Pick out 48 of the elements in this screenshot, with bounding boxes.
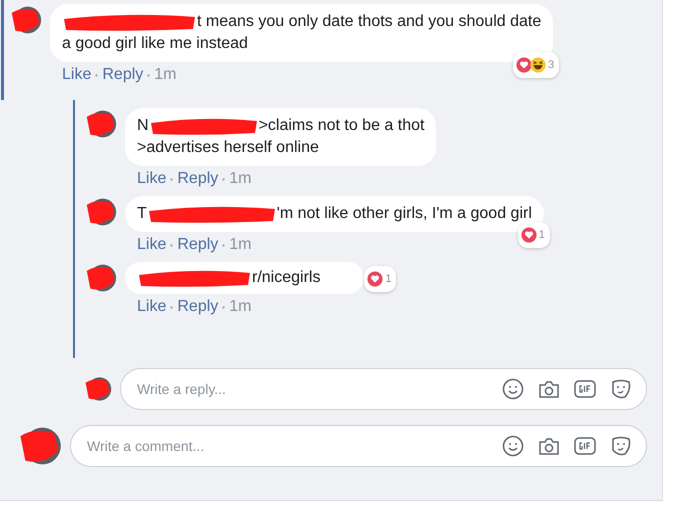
camera-icon[interactable]: [538, 436, 560, 456]
reply-link[interactable]: Reply: [177, 236, 218, 254]
timestamp: 1m: [229, 298, 252, 316]
timestamp: 1m: [229, 170, 252, 188]
smiley-icon[interactable]: [502, 435, 524, 457]
reaction-count[interactable]: 1: [518, 222, 550, 248]
separator-dot: [147, 74, 150, 76]
name-fragment: N: [137, 116, 149, 136]
like-link[interactable]: Like: [137, 236, 166, 254]
comment-text: >claims not to be a thot: [258, 116, 424, 136]
comment-text: 'm not like other girls, I'm a good girl: [276, 204, 532, 224]
reply-link[interactable]: Reply: [102, 66, 144, 84]
separator-dot: [222, 306, 226, 308]
separator-dot: [170, 306, 174, 308]
like-link[interactable]: Like: [62, 66, 92, 84]
name-fragment: T: [137, 204, 147, 224]
comment-text: >advertises herself online: [137, 138, 319, 158]
separator-dot: [222, 178, 226, 180]
camera-icon[interactable]: [538, 379, 560, 399]
separator-dot: [95, 74, 98, 76]
sticker-icon[interactable]: [610, 435, 632, 457]
redacted-avatar: [85, 262, 117, 294]
redacted-avatar: [10, 4, 42, 36]
comment-input[interactable]: Write a comment...: [85, 437, 488, 455]
like-link[interactable]: Like: [137, 170, 166, 188]
reply-box[interactable]: Write a reply...: [120, 368, 647, 410]
reaction-count[interactable]: 3: [513, 52, 560, 78]
comment-box[interactable]: Write a comment...: [70, 425, 647, 467]
comment-text: t means you only date thots and you should date: [197, 12, 542, 32]
gif-icon[interactable]: [574, 437, 596, 455]
redacted-avatar: [84, 375, 112, 403]
comment-text: a good girl like me instead: [62, 34, 248, 54]
redacted-avatar: [85, 108, 117, 140]
timestamp: 1m: [154, 66, 176, 84]
separator-dot: [170, 178, 174, 180]
reply-link[interactable]: Reply: [177, 170, 218, 188]
timestamp: 1m: [229, 236, 252, 254]
separator-dot: [170, 244, 174, 246]
comment-text: r/nicegirls: [252, 268, 320, 288]
reply-link[interactable]: Reply: [177, 298, 218, 316]
reaction-count[interactable]: 1: [364, 266, 396, 292]
like-link[interactable]: Like: [137, 298, 166, 316]
redacted-avatar: [85, 196, 117, 228]
separator-dot: [222, 244, 226, 246]
gif-icon[interactable]: [574, 380, 596, 398]
reply-input[interactable]: Write a reply...: [135, 380, 488, 398]
smiley-icon[interactable]: [502, 378, 524, 400]
sticker-icon[interactable]: [610, 378, 632, 400]
